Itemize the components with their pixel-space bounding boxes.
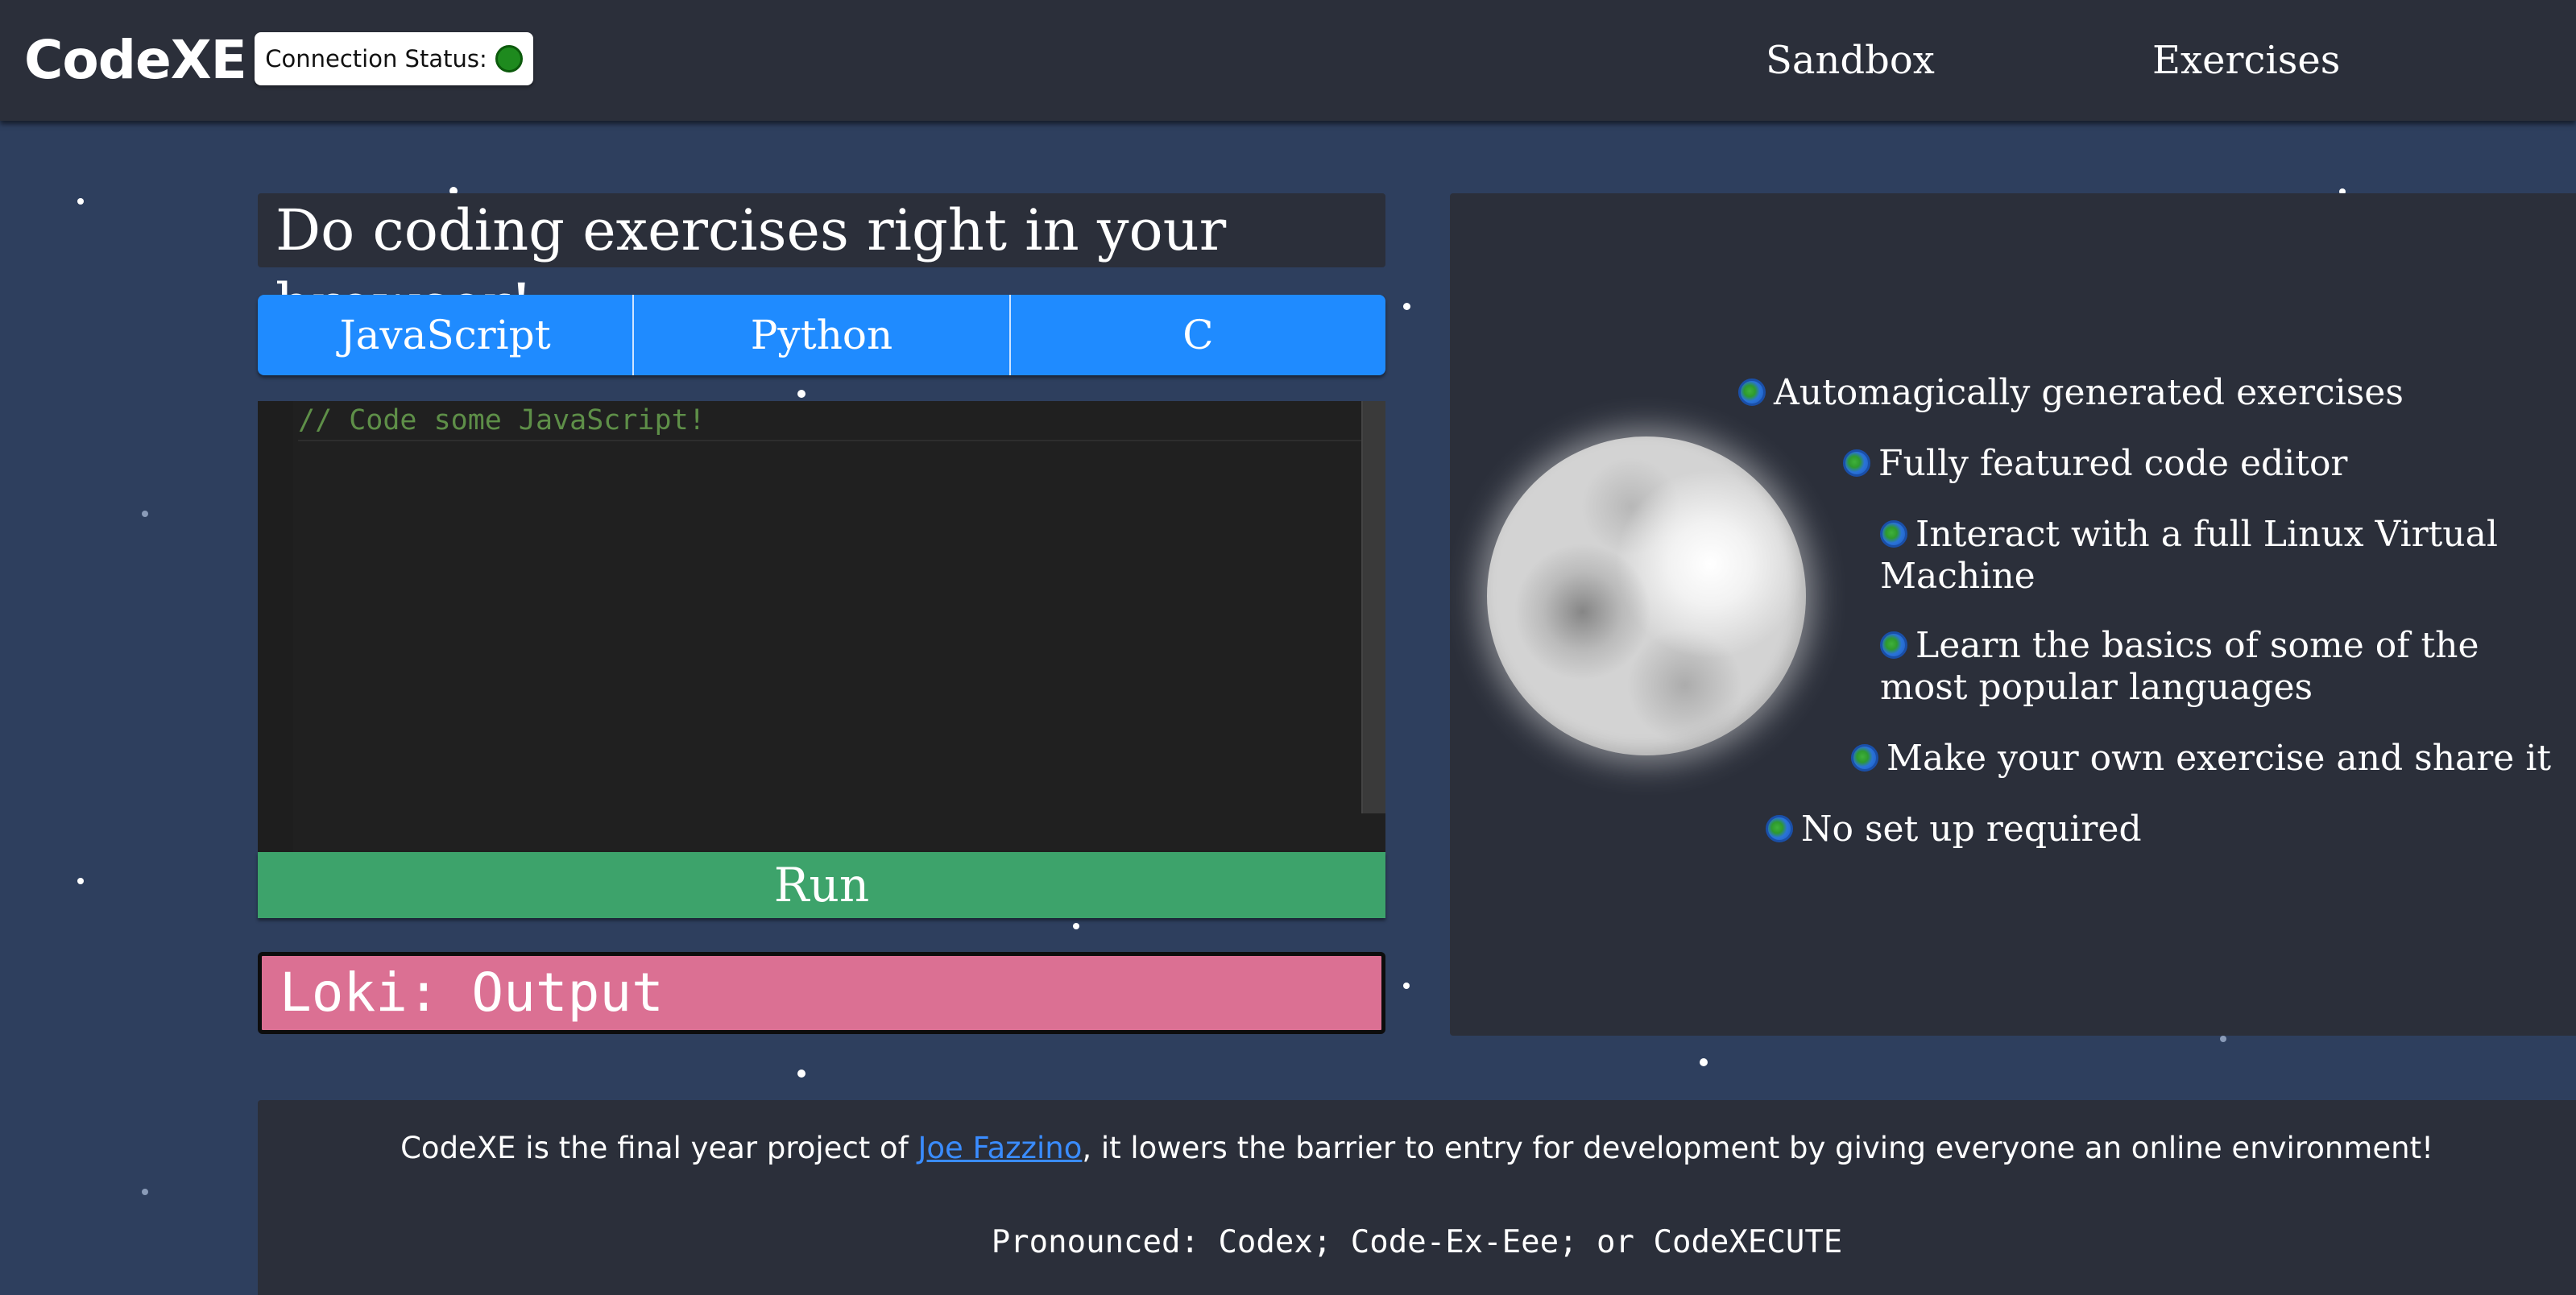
code-editor[interactable]: // Code some JavaScript!	[258, 401, 1385, 852]
language-tabs: JavaScript Python C	[258, 295, 1385, 375]
star	[77, 878, 84, 884]
editor-code-line[interactable]: // Code some JavaScript!	[298, 401, 1363, 441]
star	[1073, 923, 1079, 929]
globe-icon	[1843, 449, 1870, 477]
footer-text-after: , it lowers the barrier to entry for dev…	[1082, 1131, 2433, 1165]
feature-text: Interact with a full Linux Virtual Machi…	[1880, 514, 2498, 597]
feature-text: Fully featured code editor	[1878, 443, 2348, 484]
star	[797, 390, 806, 398]
tab-javascript[interactable]: JavaScript	[258, 295, 635, 375]
footer-description: CodeXE is the final year project of Joe …	[258, 1131, 2576, 1165]
feature-text: Learn the basics of some of the most pop…	[1880, 625, 2479, 708]
editor-gutter	[258, 401, 293, 852]
star	[797, 1070, 806, 1078]
connection-status-label: Connection Status:	[265, 45, 487, 72]
star	[1700, 1058, 1708, 1066]
feature-item: No set up required	[1766, 809, 2142, 850]
feature-item: Fully featured code editor	[1843, 443, 2347, 485]
footer-text-before: CodeXE is the final year project of	[400, 1131, 918, 1165]
pronunciation-text: Pronounced: Codex; Code-Ex-Eee; or CodeX…	[991, 1224, 1843, 1260]
run-button[interactable]: Run	[258, 852, 1385, 918]
nav-link-exercises[interactable]: Exercises	[2152, 32, 2340, 89]
feature-text: Automagically generated exercises	[1774, 372, 2404, 413]
logo[interactable]: CodeXE	[24, 24, 247, 97]
moon-illustration	[1487, 436, 1806, 755]
star	[2220, 1036, 2226, 1042]
star	[1403, 983, 1410, 989]
nav-link-sandbox[interactable]: Sandbox	[1766, 32, 1935, 89]
page-title: Do coding exercises right in your browse…	[258, 193, 1385, 337]
top-nav-bar: CodeXE Connection Status: Sandbox Exerci…	[0, 0, 2576, 121]
feature-item: Automagically generated exercises	[1738, 372, 2404, 414]
globe-icon	[1880, 631, 1907, 659]
globe-icon	[1738, 379, 1766, 406]
star	[77, 198, 84, 205]
connection-status: Connection Status:	[255, 32, 533, 85]
star	[1403, 303, 1410, 310]
tab-python[interactable]: Python	[634, 295, 1011, 375]
page: { "header": { "logo": "CodeXE", "connect…	[0, 0, 2576, 1295]
globe-icon	[1880, 520, 1907, 548]
tab-c[interactable]: C	[1011, 295, 1385, 375]
feature-item: Learn the basics of some of the most pop…	[1880, 625, 2576, 709]
feature-item: Make your own exercise and share it	[1851, 738, 2551, 780]
globe-icon	[1851, 744, 1878, 772]
star	[142, 1189, 148, 1195]
footer: CodeXE is the final year project of Joe …	[258, 1100, 2576, 1295]
output-panel: Loki: Output	[258, 952, 1385, 1034]
globe-icon	[1766, 815, 1793, 842]
star	[142, 511, 148, 517]
features-panel: Automagically generated exercises Fully …	[1450, 193, 2576, 1036]
connection-status-indicator-icon	[495, 45, 523, 72]
author-link[interactable]: Joe Fazzino	[917, 1131, 1082, 1165]
feature-text: No set up required	[1801, 809, 2142, 850]
feature-text: Make your own exercise and share it	[1886, 738, 2552, 779]
feature-item: Interact with a full Linux Virtual Machi…	[1880, 514, 2541, 598]
editor-scrollbar[interactable]	[1361, 401, 1385, 813]
